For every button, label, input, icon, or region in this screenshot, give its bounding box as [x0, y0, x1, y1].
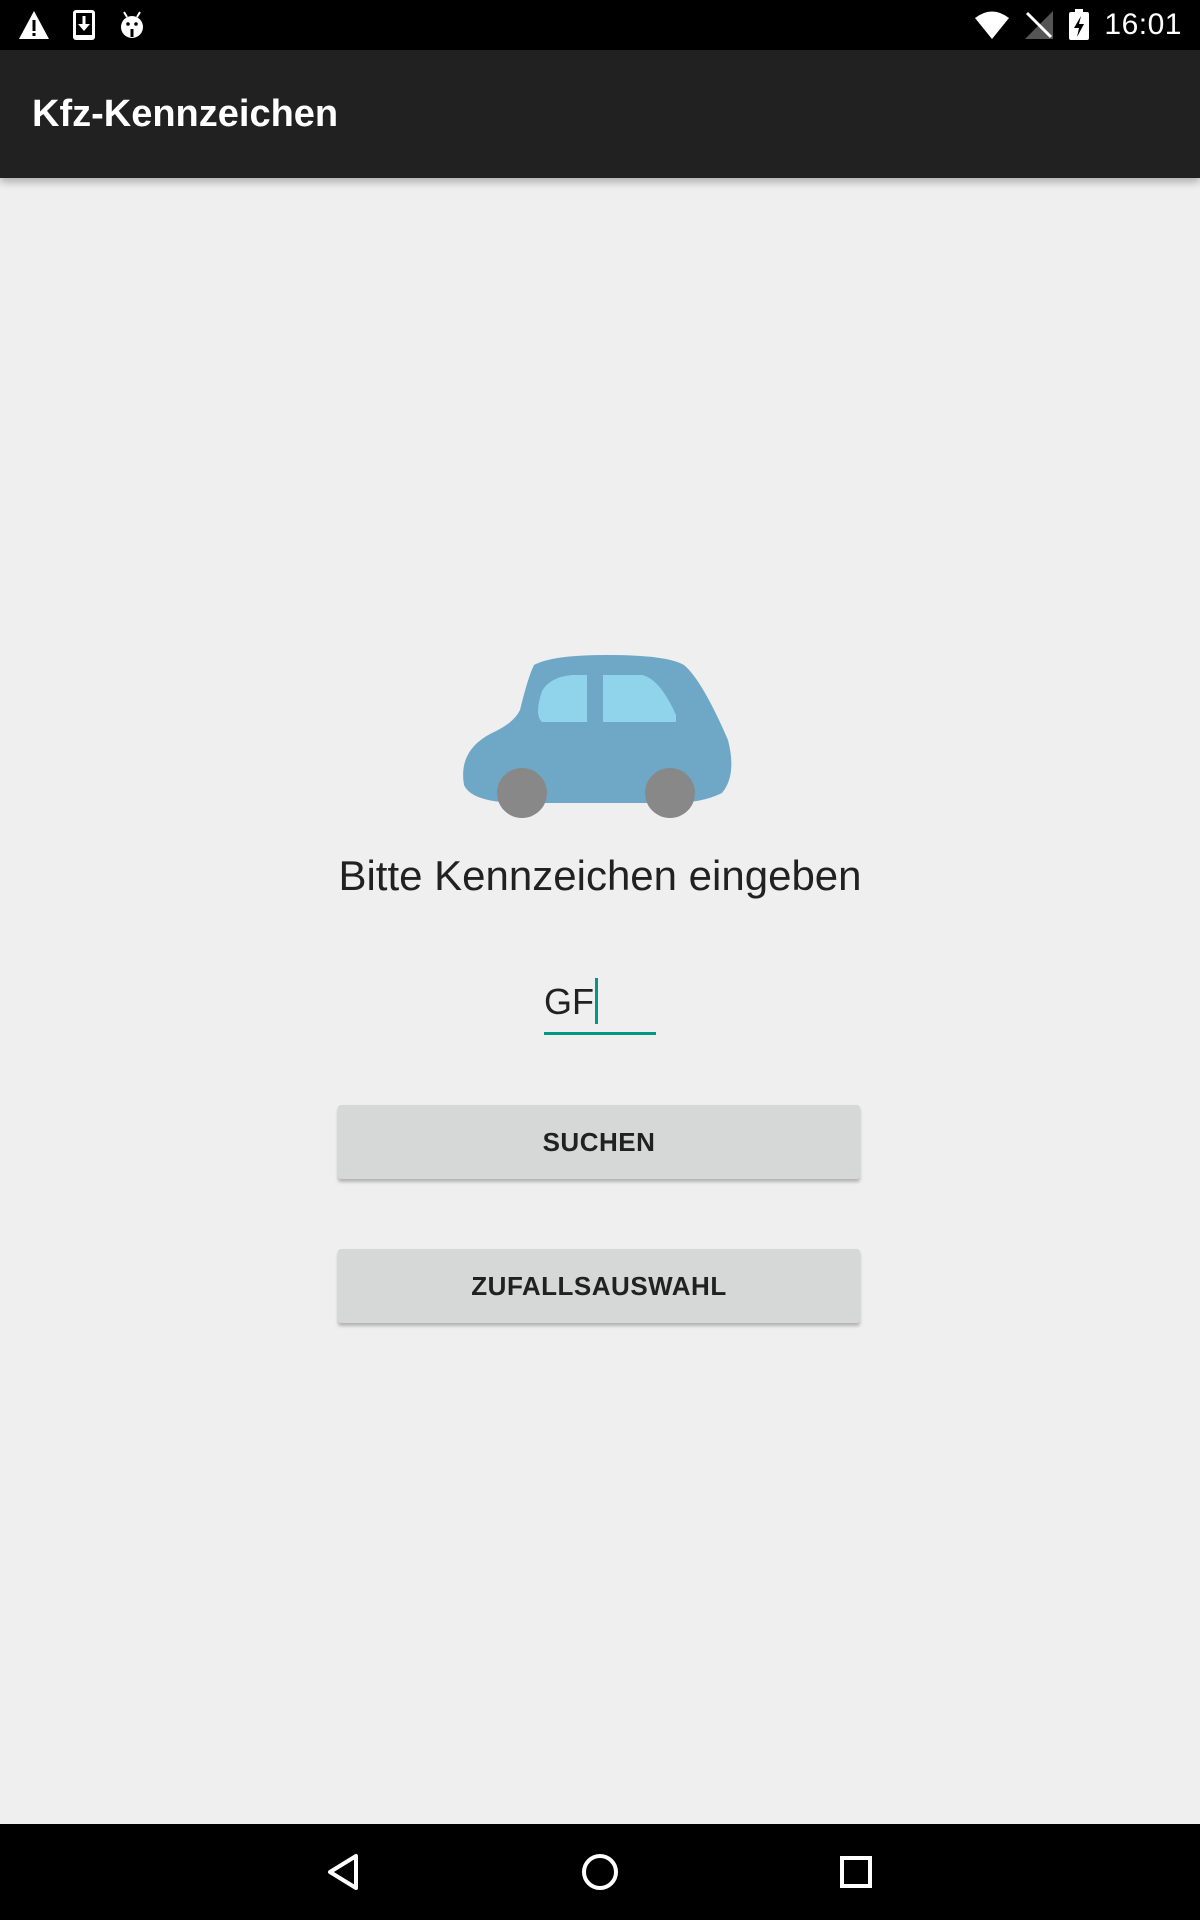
- prompt-text: Bitte Kennzeichen eingeben: [338, 852, 862, 899]
- warning-icon: [18, 10, 50, 40]
- status-bar: 16:01: [0, 0, 1200, 50]
- random-selection-button[interactable]: ZUFALLSAUSWAHL: [338, 1249, 860, 1323]
- battery-charging-icon: [1068, 9, 1090, 41]
- nav-bar: [0, 1824, 1200, 1920]
- car-icon: [462, 655, 738, 823]
- no-signal-icon: [1024, 10, 1054, 40]
- plate-input[interactable]: GF: [544, 972, 598, 1032]
- plate-input-value: GF: [544, 981, 594, 1022]
- wifi-icon: [974, 10, 1010, 40]
- status-left-icons: [18, 0, 146, 50]
- download-icon: [72, 9, 96, 41]
- plate-input-field[interactable]: GF: [544, 972, 656, 1035]
- app-title: Kfz-Kennzeichen: [32, 93, 339, 135]
- status-right-icons: 16:01: [974, 0, 1182, 50]
- android-debug-icon: [118, 9, 146, 41]
- recent-apps-icon[interactable]: [808, 1824, 904, 1920]
- app-bar: Kfz-Kennzeichen: [0, 50, 1200, 178]
- search-button[interactable]: SUCHEN: [338, 1105, 860, 1179]
- text-caret: [595, 978, 598, 1025]
- status-time: 16:01: [1104, 8, 1182, 41]
- home-icon[interactable]: [552, 1824, 648, 1920]
- back-icon[interactable]: [296, 1824, 392, 1920]
